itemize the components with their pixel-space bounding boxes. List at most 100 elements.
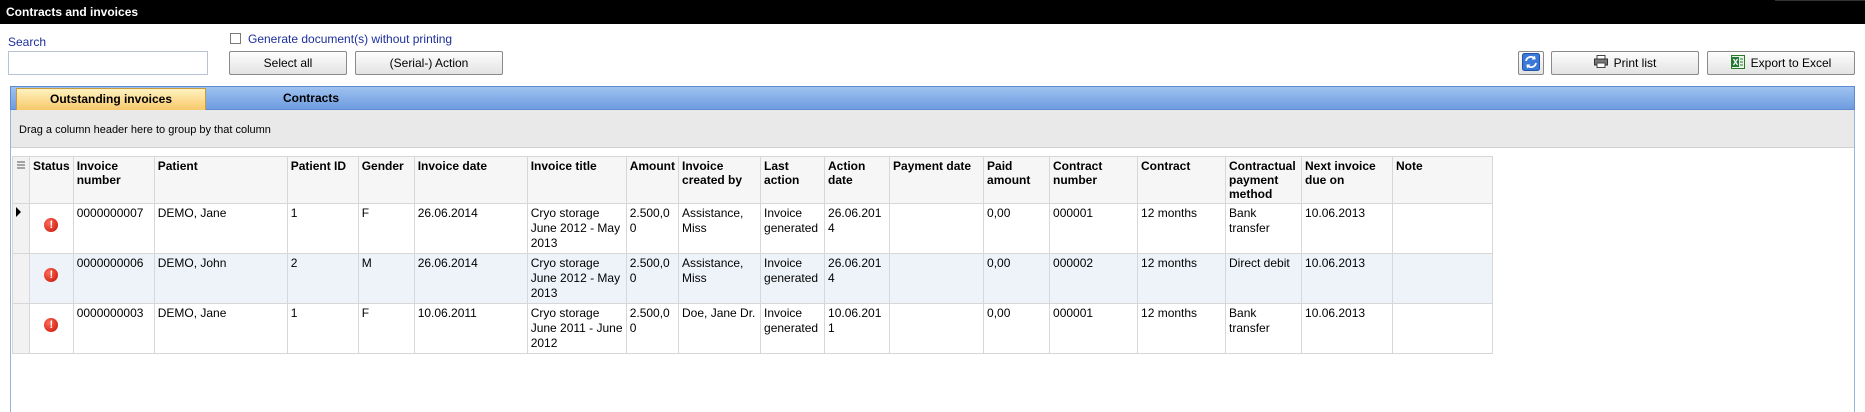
- col-patient[interactable]: Patient: [153, 156, 288, 204]
- cell-next-invoice-due[interactable]: 10.06.2013: [1301, 253, 1394, 304]
- col-invoice-created-by[interactable]: Invoice created by: [678, 156, 762, 204]
- cell-amount[interactable]: 2.500,00: [625, 203, 680, 254]
- cell-invoice-date[interactable]: 26.06.2014: [413, 253, 528, 304]
- cell-last-action[interactable]: Invoice generated: [760, 203, 826, 254]
- group-by-hint: Drag a column header here to group by th…: [19, 124, 271, 136]
- cell-invoice-date[interactable]: 26.06.2014: [413, 203, 528, 254]
- cell-payment-date[interactable]: [889, 303, 985, 354]
- cell-gender[interactable]: F: [357, 203, 415, 254]
- cell-patient-id[interactable]: 2: [286, 253, 359, 304]
- row-selector[interactable]: [12, 303, 30, 354]
- search-input[interactable]: [8, 51, 208, 75]
- col-last-action[interactable]: Last action: [760, 156, 826, 204]
- col-paid-amount[interactable]: Paid amount: [983, 156, 1051, 204]
- cell-paid-amount[interactable]: 0,00: [983, 253, 1051, 304]
- cell-contract[interactable]: 12 months: [1137, 203, 1227, 254]
- tab-strip: Outstanding invoices Contracts: [10, 86, 1855, 110]
- cell-contract[interactable]: 12 months: [1137, 303, 1227, 354]
- cell-created-by[interactable]: Doe, Jane Dr.: [678, 303, 762, 354]
- cell-contract-number[interactable]: 000001: [1049, 203, 1139, 254]
- row-selector[interactable]: [12, 203, 30, 254]
- header-row: Status Invoice number Patient Patient ID…: [12, 156, 1494, 204]
- serial-action-label: (Serial-) Action: [389, 56, 469, 70]
- cell-patient-id[interactable]: 1: [286, 203, 359, 254]
- cell-contract-number[interactable]: 000001: [1049, 303, 1139, 354]
- cell-note[interactable]: [1392, 253, 1494, 304]
- col-patient-id[interactable]: Patient ID: [286, 156, 359, 204]
- excel-icon: [1730, 54, 1745, 72]
- print-list-button[interactable]: Print list: [1551, 51, 1699, 75]
- cell-invoice-number[interactable]: 0000000003: [72, 303, 155, 354]
- export-excel-button[interactable]: Export to Excel: [1707, 51, 1855, 75]
- cell-amount[interactable]: 2.500,00: [625, 303, 680, 354]
- cell-invoice-date[interactable]: 10.06.2011: [413, 303, 528, 354]
- table-row[interactable]: ! 0000000007 DEMO, Jane 1 F 26.06.2014 C…: [12, 203, 1494, 254]
- cell-gender[interactable]: M: [357, 253, 415, 304]
- row-selector[interactable]: [12, 253, 30, 304]
- select-all-button[interactable]: Select all: [229, 51, 347, 75]
- cell-invoice-number[interactable]: 0000000006: [72, 253, 155, 304]
- col-note[interactable]: Note: [1392, 156, 1494, 204]
- window-title-text: Contracts and invoices: [6, 5, 139, 19]
- cell-patient[interactable]: DEMO, John: [153, 253, 288, 304]
- cell-payment-method[interactable]: Bank transfer: [1225, 303, 1303, 354]
- print-list-label: Print list: [1613, 56, 1657, 70]
- col-contract-number[interactable]: Contract number: [1049, 156, 1139, 204]
- col-invoice-title[interactable]: Invoice title: [526, 156, 627, 204]
- cell-note[interactable]: [1392, 203, 1494, 254]
- col-invoice-number[interactable]: Invoice number: [72, 156, 155, 204]
- col-action-date[interactable]: Action date: [824, 156, 891, 204]
- group-by-area[interactable]: Drag a column header here to group by th…: [11, 110, 1854, 148]
- cell-next-invoice-due[interactable]: 10.06.2013: [1301, 203, 1394, 254]
- cell-paid-amount[interactable]: 0,00: [983, 203, 1051, 254]
- cell-created-by[interactable]: Assistance, Miss: [678, 253, 762, 304]
- refresh-button[interactable]: [1518, 51, 1544, 75]
- table-row[interactable]: ! 0000000003 DEMO, Jane 1 F 10.06.2011 C…: [12, 303, 1494, 354]
- col-invoice-date[interactable]: Invoice date: [413, 156, 528, 204]
- col-status[interactable]: Status: [29, 156, 74, 204]
- column-chooser-icon: [17, 161, 25, 169]
- cell-patient[interactable]: DEMO, Jane: [153, 203, 288, 254]
- col-payment-date[interactable]: Payment date: [889, 156, 985, 204]
- col-next-invoice-due[interactable]: Next invoice due on: [1301, 156, 1394, 204]
- tab-contracts[interactable]: Contracts: [221, 88, 401, 110]
- cell-payment-method[interactable]: Bank transfer: [1225, 203, 1303, 254]
- cell-action-date[interactable]: 26.06.2014: [824, 253, 891, 304]
- cell-payment-method[interactable]: Direct debit: [1225, 253, 1303, 304]
- cell-patient-id[interactable]: 1: [286, 303, 359, 354]
- col-amount[interactable]: Amount: [625, 156, 680, 204]
- cell-contract-number[interactable]: 000002: [1049, 253, 1139, 304]
- cell-amount[interactable]: 2.500,00: [625, 253, 680, 304]
- cell-payment-date[interactable]: [889, 203, 985, 254]
- generate-without-printing-label[interactable]: Generate document(s) without printing: [248, 32, 452, 46]
- cell-last-action[interactable]: Invoice generated: [760, 303, 826, 354]
- cell-paid-amount[interactable]: 0,00: [983, 303, 1051, 354]
- col-payment-method[interactable]: Contractual payment method: [1225, 156, 1303, 204]
- cell-last-action[interactable]: Invoice generated: [760, 253, 826, 304]
- table-row[interactable]: ! 0000000006 DEMO, John 2 M 26.06.2014 C…: [12, 253, 1494, 304]
- cell-action-date[interactable]: 26.06.2014: [824, 203, 891, 254]
- cell-action-date[interactable]: 10.06.2011: [824, 303, 891, 354]
- cell-patient[interactable]: DEMO, Jane: [153, 303, 288, 354]
- cell-gender[interactable]: F: [357, 303, 415, 354]
- window-title: Contracts and invoices: [0, 0, 1865, 24]
- tab-outstanding-invoices[interactable]: Outstanding invoices: [16, 88, 206, 110]
- cell-created-by[interactable]: Assistance, Miss: [678, 203, 762, 254]
- cell-next-invoice-due[interactable]: 10.06.2013: [1301, 303, 1394, 354]
- generate-without-printing-checkbox[interactable]: [230, 33, 241, 44]
- cell-invoice-number[interactable]: 0000000007: [72, 203, 155, 254]
- invoice-table: Status Invoice number Patient Patient ID…: [12, 156, 1494, 354]
- status-cell: !: [29, 303, 74, 354]
- cell-invoice-title[interactable]: Cryo storage June 2012 - May 2013: [526, 203, 627, 254]
- cell-payment-date[interactable]: [889, 253, 985, 304]
- column-chooser[interactable]: [12, 156, 30, 204]
- cell-invoice-title[interactable]: Cryo storage June 2011 - June 2012: [526, 303, 627, 354]
- refresh-icon: [1522, 52, 1540, 74]
- col-contract[interactable]: Contract: [1137, 156, 1227, 204]
- cell-contract[interactable]: 12 months: [1137, 253, 1227, 304]
- cell-invoice-title[interactable]: Cryo storage June 2012 - May 2013: [526, 253, 627, 304]
- col-gender[interactable]: Gender: [357, 156, 415, 204]
- serial-action-button[interactable]: (Serial-) Action: [355, 51, 503, 75]
- cell-note[interactable]: [1392, 303, 1494, 354]
- error-status-icon: !: [44, 268, 59, 282]
